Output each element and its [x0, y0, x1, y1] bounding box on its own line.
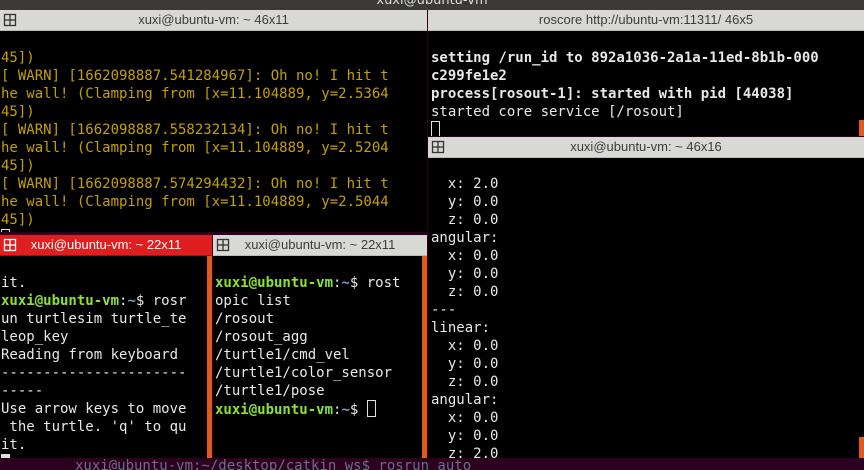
output-line: un turtlesim turtle_te [1, 311, 187, 327]
prompt-path: ~ [127, 293, 136, 309]
terminal-window-echo[interactable]: xuxi@ubuntu-vm: ~ 46x16 x: 2.0 y: 0.0 z:… [428, 137, 864, 458]
output-line: [ WARN] [1662098887.558232134]: Oh no! I… [1, 122, 389, 138]
output-line: setting /run_id to 892a1036-2a1a-11ed-8b… [431, 50, 819, 66]
terminal-output[interactable]: 45]) [ WARN] [1662098887.541284967]: Oh … [1, 31, 426, 232]
terminal-output[interactable]: setting /run_id to 892a1036-2a1a-11ed-8b… [431, 31, 863, 136]
prompt-command: $ [349, 402, 367, 418]
output-line: y: 0.0 [431, 356, 499, 372]
output-line: c299fe1e2 [431, 68, 507, 84]
output-line: Use arrow keys to move [1, 401, 187, 417]
titlebar[interactable]: xuxi@ubuntu-vm: ~ 46x11 [0, 10, 427, 31]
terminal-output[interactable]: x: 2.0 y: 0.0 z: 0.0 angular: x: 0.0 y: … [431, 157, 863, 458]
terminal-window-roscore[interactable]: roscore http://ubuntu-vm:11311/ 46x5 set… [428, 10, 864, 136]
terminal-output[interactable]: xuxi@ubuntu-vm:~$ rost opic list /rosout… [215, 256, 426, 458]
new-tab-icon[interactable] [3, 13, 17, 27]
terminal-cursor [1, 454, 10, 458]
terminal-window-teleop[interactable]: xuxi@ubuntu-vm: ~ 22x11 it. xuxi@ubuntu-… [0, 235, 212, 458]
scrollbar[interactable] [859, 120, 864, 136]
output-line: y: 0.0 [431, 428, 499, 444]
output-line: 45]) [1, 104, 35, 120]
terminal-cursor [366, 400, 376, 417]
output-line: x: 0.0 [431, 248, 499, 264]
output-line: y: 0.0 [431, 194, 499, 210]
output-line: 45]) [1, 212, 35, 228]
output-line: process[rosout-1]: started with pid [440… [431, 86, 794, 102]
output-line: z: 0.0 [431, 212, 499, 228]
output-line: opic list [215, 293, 291, 309]
output-line: ----- [1, 383, 44, 399]
titlebar[interactable]: roscore http://ubuntu-vm:11311/ 46x5 [428, 10, 864, 31]
output-line: he wall! (Clamping from [x=11.104889, y=… [1, 140, 389, 156]
output-line: x: 2.0 [431, 176, 499, 192]
output-line: [ WARN] [1662098887.574294432]: Oh no! I… [1, 176, 389, 192]
prompt-user: xuxi@ubuntu-vm [215, 402, 334, 418]
output-line: x: 0.0 [431, 338, 499, 354]
prompt-command: $ rosr [135, 293, 187, 309]
output-line: it. [1, 275, 27, 291]
output-line: angular: [431, 392, 499, 408]
output-line: [ WARN] [1662098887.541284967]: Oh no! I… [1, 68, 389, 84]
window-title: xuxi@ubuntu-vm: ~ 46x16 [570, 139, 722, 154]
output-line: started core service [/rosout] [431, 104, 684, 120]
terminal-cursor [1, 229, 10, 232]
desktop-top-bar: xuxi@ubuntu-vm [0, 0, 864, 10]
output-line: 45]) [1, 50, 35, 66]
output-line: linear: [431, 320, 491, 336]
output-line: z: 2.0 [431, 446, 499, 458]
output-line: /rosout_agg [215, 329, 308, 345]
output-line: x: 0.0 [431, 410, 499, 426]
window-title: xuxi@ubuntu-vm: ~ 22x11 [244, 237, 396, 252]
prompt-command: $ rost [349, 275, 401, 291]
output-line: --- [431, 302, 457, 318]
output-line: it. [1, 437, 27, 453]
output-line: /turtle1/color_sensor [215, 365, 393, 381]
scrollbar[interactable] [859, 437, 864, 458]
output-line: /turtle1/pose [215, 383, 325, 399]
background-terminal-line: xuxi@ubuntu-vm:~/desktop/catkin_ws$ rosr… [75, 458, 472, 470]
output-line: the turtle. 'q' to qu [1, 419, 187, 435]
desktop-top-title: xuxi@ubuntu-vm [376, 0, 488, 8]
terminal-output[interactable]: it. xuxi@ubuntu-vm:~$ rosr un turtlesim … [1, 256, 211, 458]
window-title: xuxi@ubuntu-vm: ~ 46x11 [138, 12, 289, 27]
output-line: /turtle1/cmd_vel [215, 347, 350, 363]
titlebar[interactable]: xuxi@ubuntu-vm: ~ 22x11 [0, 235, 212, 256]
prompt-user: xuxi@ubuntu-vm [1, 293, 120, 309]
window-title: xuxi@ubuntu-vm: ~ 22x11 [30, 237, 182, 252]
scrollbar[interactable] [207, 256, 212, 458]
titlebar[interactable]: xuxi@ubuntu-vm: ~ 46x16 [428, 137, 864, 158]
output-line: 45]) [1, 158, 35, 174]
output-line: he wall! (Clamping from [x=11.104889, y=… [1, 194, 389, 210]
output-line: Reading from keyboard [1, 347, 179, 363]
output-line: he wall! (Clamping from [x=11.104889, y=… [1, 86, 389, 102]
output-line: ---------------------- [1, 365, 187, 381]
terminal-cursor [431, 121, 440, 136]
terminal-window-warnings[interactable]: xuxi@ubuntu-vm: ~ 46x11 45]) [ WARN] [16… [0, 10, 427, 232]
output-line: /rosout [215, 311, 275, 327]
output-line: angular: [431, 230, 499, 246]
scrollbar[interactable] [422, 256, 427, 458]
prompt-path: ~ [341, 275, 350, 291]
prompt-path: ~ [341, 402, 350, 418]
output-line: leop_key [1, 329, 69, 345]
output-line: z: 0.0 [431, 374, 499, 390]
output-line: z: 0.0 [431, 284, 499, 300]
output-line: y: 0.0 [431, 266, 499, 282]
new-tab-icon[interactable] [216, 238, 230, 252]
prompt-user: xuxi@ubuntu-vm [215, 275, 334, 291]
titlebar[interactable]: xuxi@ubuntu-vm: ~ 22x11 [213, 235, 427, 256]
new-tab-icon[interactable] [431, 140, 445, 154]
window-title: roscore http://ubuntu-vm:11311/ 46x5 [538, 12, 754, 27]
new-tab-icon[interactable] [3, 238, 17, 252]
terminal-window-topic-list[interactable]: xuxi@ubuntu-vm: ~ 22x11 xuxi@ubuntu-vm:~… [213, 235, 427, 458]
